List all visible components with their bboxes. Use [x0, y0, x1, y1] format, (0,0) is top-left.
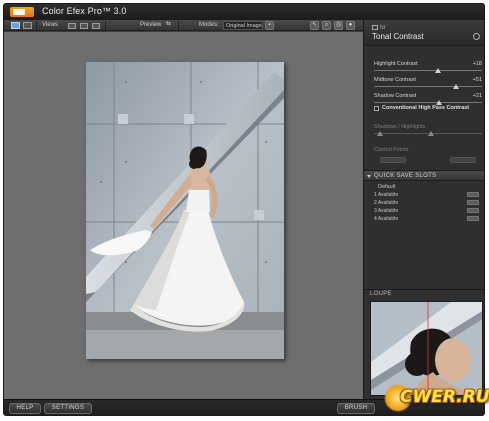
toolbar-divider [105, 21, 106, 30]
midtone-contrast-slider[interactable]: Midtone Contrast +51 [374, 77, 482, 93]
quick-save-default[interactable]: Default [378, 184, 395, 190]
slider-label: Midtone Contrast [374, 77, 416, 83]
slider-label: Shadow Contrast [374, 93, 417, 99]
slider-track[interactable] [374, 70, 482, 71]
high-pass-label: Conventional High Pass Contrast [382, 105, 470, 111]
high-pass-checkbox[interactable] [374, 106, 379, 111]
add-control-point-button[interactable] [380, 157, 406, 163]
brush-button[interactable]: BRUSH [337, 403, 375, 414]
slider-thumb[interactable] [453, 84, 460, 89]
slider-value: +18 [472, 61, 482, 67]
split-view-icon[interactable] [23, 22, 32, 29]
slider-track[interactable] [374, 86, 482, 87]
toolbar: Views Preview ⇆ Modes: Original Image ▪ … [4, 20, 363, 31]
quick-save-slot[interactable]: 3 Available [374, 208, 479, 215]
filter-panel: NI Tonal Contrast Highlight Contrast +18… [363, 20, 484, 399]
filter-icon [372, 25, 378, 30]
loupe-header[interactable]: LOUPE [364, 289, 484, 299]
slot-label: 3 Available [374, 208, 399, 214]
filter-title: Tonal Contrast [372, 32, 424, 41]
zoom-out-icon[interactable]: ◎ [334, 21, 343, 30]
zoom-icon[interactable]: ⌕ [322, 21, 331, 30]
watermark-text: CWER.RU [400, 387, 489, 407]
bride-photo-image [86, 62, 284, 359]
image-canvas[interactable] [4, 32, 363, 399]
shadows-highlights-section[interactable]: Shadows / Highlights [374, 124, 482, 144]
chevron-down-icon [367, 175, 371, 178]
slot-save-button[interactable] [467, 200, 479, 205]
slider-track[interactable] [374, 102, 482, 103]
slot-save-button[interactable] [467, 208, 479, 213]
preview-photo [86, 62, 284, 359]
watermark-logo: CWER.RU [378, 381, 489, 413]
trash-icon[interactable]: ▪ [265, 21, 274, 30]
hand-tool-icon[interactable]: ↖ [310, 21, 319, 30]
loupe-title: LOUPE [370, 291, 392, 297]
quick-save-slot[interactable]: 2 Available [374, 200, 479, 207]
help-button[interactable]: HELP [9, 403, 41, 414]
filter-section-label: NI [380, 25, 385, 31]
preview-toggle-icon[interactable]: ⇆ [164, 21, 173, 30]
slider-value: +21 [472, 93, 482, 99]
view-mode-split-icon[interactable] [92, 23, 100, 29]
modes-select[interactable]: Original Image [223, 21, 263, 30]
quick-save-slot[interactable]: 4 Available [374, 216, 479, 223]
control-points-section: Control Points [374, 147, 482, 167]
title-bar: Color Efex Pro™ 3.0 [4, 4, 484, 20]
quick-save-title: QUICK SAVE SLOTS [374, 173, 437, 179]
single-view-icon[interactable] [11, 22, 20, 29]
slider-value: +51 [472, 77, 482, 83]
views-label: Views [42, 22, 58, 28]
slot-label: 2 Available [374, 200, 399, 206]
slot-save-button[interactable] [467, 216, 479, 221]
quick-save-slot[interactable]: 1 Available [374, 192, 479, 199]
slot-label: 4 Available [374, 216, 399, 222]
shadows-highlights-label: Shadows / Highlights [374, 124, 426, 130]
view-mode-side-icon[interactable] [80, 23, 88, 29]
background-color-icon[interactable]: ● [346, 21, 355, 30]
slider-label: Highlight Contrast [374, 61, 418, 67]
gear-icon[interactable] [473, 33, 480, 40]
high-pass-checkbox-row[interactable]: Conventional High Pass Contrast [374, 105, 482, 114]
view-mode-full-icon[interactable] [68, 23, 76, 29]
preview-label: Preview [140, 22, 162, 28]
shadows-thumb[interactable] [377, 131, 383, 136]
app-title: Color Efex Pro™ 3.0 [42, 6, 127, 16]
highlight-contrast-slider[interactable]: Highlight Contrast +18 [374, 61, 482, 77]
quick-save-header[interactable]: QUICK SAVE SLOTS [364, 170, 484, 181]
nik-logo-icon [10, 7, 34, 17]
settings-button[interactable]: SETTINGS [44, 403, 92, 414]
app-window: Color Efex Pro™ 3.0 Views Preview ⇆ Mode… [3, 3, 485, 416]
modes-label: Modes: [199, 22, 219, 28]
slider-thumb[interactable] [434, 68, 441, 73]
highlights-thumb[interactable] [428, 131, 434, 136]
slot-label: 1 Available [374, 192, 399, 198]
toolbar-divider [178, 21, 179, 30]
filter-header: NI Tonal Contrast [364, 20, 484, 46]
remove-control-point-button[interactable] [450, 157, 476, 163]
toolbar-divider [36, 21, 37, 30]
control-points-label: Control Points [374, 147, 409, 153]
slot-save-button[interactable] [467, 192, 479, 197]
